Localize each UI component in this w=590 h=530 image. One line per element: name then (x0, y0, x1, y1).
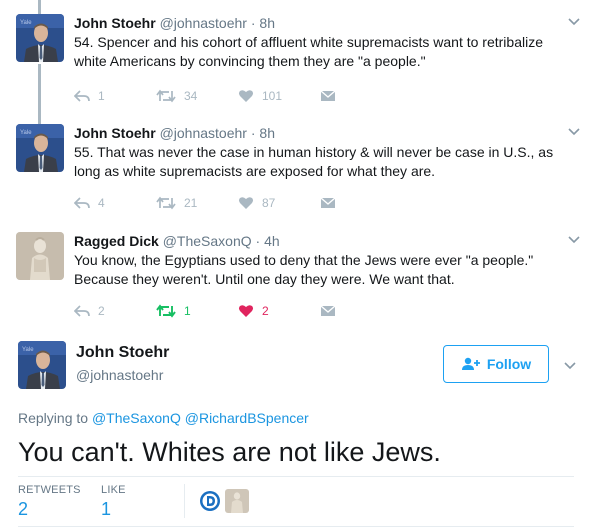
timestamp[interactable]: 8h (259, 125, 275, 141)
retweet-button[interactable]: 34 (156, 89, 238, 103)
engaged-users (198, 489, 252, 513)
avatar[interactable]: Yale (18, 341, 66, 389)
reply-button[interactable]: 4 (74, 196, 156, 210)
separator-dot: · (250, 125, 256, 141)
retweets-count: 2 (18, 499, 29, 519)
mention-link[interactable]: @RichardBSpencer (185, 410, 309, 426)
svg-text:Yale: Yale (20, 20, 32, 26)
display-name[interactable]: Ragged Dick (74, 233, 159, 249)
tweet-actions: 4 21 87 (74, 194, 402, 212)
separator-dot: · (255, 233, 261, 249)
add-user-icon (461, 357, 480, 370)
likes-label: LIKE (101, 484, 126, 496)
svg-text:Yale: Yale (22, 347, 34, 353)
retweet-icon (156, 304, 176, 318)
like-button[interactable]: 87 (238, 196, 320, 210)
heart-icon (239, 305, 253, 317)
chevron-down-icon[interactable] (566, 14, 582, 30)
follow-button-label: Follow (486, 356, 532, 372)
heart-icon (239, 197, 253, 209)
retweet-button[interactable]: 1 (156, 304, 238, 318)
retweet-icon (156, 196, 176, 210)
thread-line (38, 0, 41, 14)
reply-button[interactable]: 2 (74, 304, 156, 318)
user-handle[interactable]: @johnastoehr (160, 15, 247, 31)
chevron-down-icon[interactable] (566, 124, 582, 140)
reply-button[interactable]: 1 (74, 89, 156, 103)
mention-link[interactable]: @TheSaxonQ (92, 410, 181, 426)
user-handle[interactable]: @johnastoehr (160, 125, 247, 141)
retweet-count: 21 (184, 196, 198, 210)
like-count: 101 (262, 89, 283, 103)
avatar[interactable] (225, 489, 249, 513)
display-name[interactable]: John Stoehr (76, 344, 169, 362)
svg-text:Yale: Yale (20, 130, 32, 136)
tweet-text: 55. That was never the case in human his… (74, 144, 554, 179)
retweets-label: RETWEETS (18, 484, 81, 496)
chevron-down-icon[interactable] (562, 358, 578, 374)
like-count: 87 (262, 196, 276, 210)
separator-dot: · (250, 15, 256, 31)
tweet-text: You can't. Whites are not like Jews. (18, 437, 441, 467)
tweet-actions: 1 34 101 (74, 87, 402, 105)
like-button[interactable]: 101 (238, 89, 320, 103)
like-count: 2 (262, 304, 269, 318)
retweet-count: 1 (184, 304, 191, 318)
tweet-text: You know, the Egyptians used to deny tha… (74, 252, 534, 287)
timestamp[interactable]: 8h (259, 15, 275, 31)
direct-message-button[interactable] (320, 89, 402, 103)
follow-button[interactable]: Follow (443, 345, 549, 383)
heart-icon (239, 90, 253, 102)
reply-icon (74, 197, 90, 209)
tweet[interactable]: Yale John Stoehr @johnastoehr · 8h 55. T… (0, 124, 590, 224)
chevron-down-icon[interactable] (566, 232, 582, 248)
direct-message-button[interactable] (320, 196, 402, 210)
replying-to: Replying to @TheSaxonQ @RichardBSpencer (18, 410, 309, 426)
reply-icon (74, 305, 90, 317)
avatar[interactable]: Yale (16, 14, 64, 62)
like-button[interactable]: 2 (238, 304, 320, 318)
tweet-actions: 2 1 2 (74, 302, 402, 320)
direct-message-icon (320, 90, 336, 101)
focused-tweet: Yale John Stoehr @johnastoehr Follow Rep… (0, 340, 590, 530)
likes-stat[interactable]: LIKE 1 (101, 484, 126, 520)
retweet-count: 34 (184, 89, 198, 103)
retweet-button[interactable]: 21 (156, 196, 238, 210)
retweets-stat[interactable]: RETWEETS 2 (18, 484, 81, 520)
direct-message-icon (320, 197, 336, 208)
tweet[interactable]: Ragged Dick @TheSaxonQ · 4h You know, th… (0, 232, 590, 332)
avatar[interactable] (16, 232, 64, 280)
avatar[interactable]: Yale (16, 124, 64, 172)
user-handle[interactable]: @TheSaxonQ (163, 233, 252, 249)
direct-message-button[interactable] (320, 304, 402, 318)
reply-icon (74, 90, 90, 102)
divider (18, 526, 574, 527)
likes-count: 1 (101, 499, 112, 519)
divider (18, 476, 574, 477)
reply-count: 2 (98, 304, 105, 318)
retweet-icon (156, 89, 176, 103)
tweet[interactable]: Yale John Stoehr @johnastoehr · 8h 54. S… (0, 14, 590, 114)
reply-count: 1 (98, 89, 105, 103)
divider (184, 484, 185, 518)
tweet-text: 54. Spencer and his cohort of affluent w… (74, 34, 543, 69)
user-handle[interactable]: @johnastoehr (76, 367, 163, 383)
avatar[interactable] (198, 489, 222, 513)
display-name[interactable]: John Stoehr (74, 15, 156, 31)
timestamp[interactable]: 4h (264, 233, 280, 249)
direct-message-icon (320, 305, 336, 316)
display-name[interactable]: John Stoehr (74, 125, 156, 141)
replying-prefix: Replying to (18, 410, 89, 426)
reply-count: 4 (98, 196, 105, 210)
